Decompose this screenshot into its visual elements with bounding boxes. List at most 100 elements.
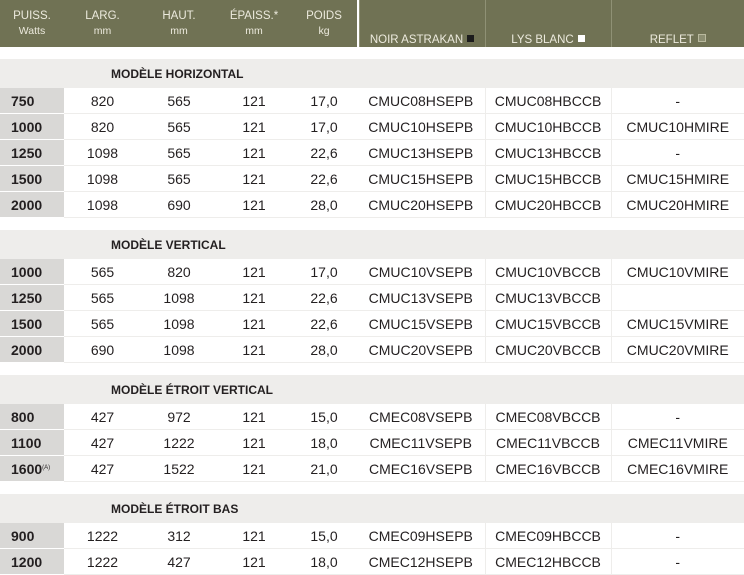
cell-lys: CMEC08VBCCB [484, 404, 611, 430]
cell-noir: CMEC08VSEPB [357, 404, 485, 430]
cell-noir: CMUC13VSEPB [357, 284, 485, 311]
table-row: 1100 427 1222 121 18,0 CMEC11VSEPB CMEC11VBCCB… [0, 429, 744, 456]
cell-lys: CMUC08HBCCB [484, 88, 611, 114]
cell-reflet: CMUC20VMIRE [610, 336, 744, 363]
cell-poids: 22,6 [291, 310, 357, 337]
table-row: 1500 1098 565 121 22,6 CMUC15HSEPB CMUC15HBCCB… [0, 165, 744, 192]
cell-puiss: 1200 [0, 548, 64, 575]
cell-poids: 21,0 [291, 455, 357, 482]
cell-poids: 22,6 [291, 284, 357, 311]
cell-haut: 1098 [141, 284, 217, 311]
cell-haut: 427 [141, 548, 217, 575]
cell-poids: 17,0 [291, 88, 357, 114]
header-puiss: PUISS. [0, 0, 64, 23]
puiss-value: 1500 [11, 170, 43, 187]
table-row: 900 1222 312 121 15,0 CMEC09HSEPB CMEC09HBCCB - [0, 523, 744, 549]
cell-puiss: 1100 [0, 429, 64, 456]
gap-cell [0, 217, 744, 230]
header-poids-unit: kg [291, 23, 357, 47]
white-square-icon [577, 35, 585, 42]
section-header: MODÈLE HORIZONTAL [0, 59, 744, 88]
cell-noir: CMUC10HSEPB [357, 113, 485, 140]
section-header: MODÈLE ÉTROIT VERTICAL [0, 375, 744, 404]
table-body: MODÈLE HORIZONTAL 750 820 565 121 17,0 CMUC08H… [0, 47, 744, 575]
puiss-value: 1000 [11, 263, 43, 280]
cell-lys: CMEC09HBCCB [484, 523, 611, 549]
cell-reflet: CMUC10VMIRE [610, 259, 744, 285]
section-header: MODÈLE VERTICAL [0, 230, 744, 259]
cell-poids: 15,0 [291, 404, 357, 430]
table-row: 2000 1098 690 121 28,0 CMUC20HSEPB CMUC20HBCCB… [0, 191, 744, 218]
table-row: 1000 565 820 121 17,0 CMUC10VSEPB CMUC10VBCCB C… [0, 259, 744, 285]
header-lys-blanc: LYS BLANC [484, 0, 611, 47]
cell-larg: 820 [64, 113, 141, 140]
cell-reflet: CMUC10HMIRE [610, 113, 744, 140]
puiss-value: 1500 [11, 315, 43, 332]
cell-puiss: 2000 [0, 191, 64, 218]
section-title: MODÈLE ÉTROIT BAS [0, 494, 744, 523]
cell-haut: 565 [141, 165, 217, 192]
cell-poids: 15,0 [291, 523, 357, 549]
cell-larg: 1098 [64, 165, 141, 192]
cell-noir: CMEC12HSEPB [357, 548, 485, 575]
puiss-value: 900 [11, 527, 35, 544]
cell-epaiss: 121 [217, 455, 291, 482]
puiss-value: 1250 [11, 289, 43, 306]
cell-poids: 17,0 [291, 259, 357, 285]
section-gap [0, 217, 744, 230]
reflet-square-icon [697, 34, 706, 42]
cell-noir: CMUC20HSEPB [357, 191, 485, 218]
section-header: MODÈLE ÉTROIT BAS [0, 494, 744, 523]
cell-lys: CMEC12HBCCB [484, 548, 611, 575]
cell-reflet [610, 284, 744, 311]
puiss-value: 1200 [11, 553, 43, 570]
cell-haut: 312 [141, 523, 217, 549]
section-gap [0, 481, 744, 494]
cell-haut: 1522 [141, 455, 217, 482]
gap-cell [0, 47, 744, 59]
header-haut-unit: mm [141, 23, 217, 47]
cell-reflet: - [610, 139, 744, 166]
cell-epaiss: 121 [217, 259, 291, 285]
cell-haut: 1098 [141, 310, 217, 337]
cell-haut: 690 [141, 191, 217, 218]
cell-poids: 28,0 [291, 336, 357, 363]
header-epaiss: ÉPAISS.* [217, 0, 291, 23]
cell-larg: 1222 [64, 548, 141, 575]
section-title: MODÈLE HORIZONTAL [0, 59, 744, 88]
table-row: 1600(A) 427 1522 121 21,0 CMEC16VSEPB CMEC16VB… [0, 455, 744, 482]
puiss-value: 1600 [11, 460, 43, 477]
table-row: 1500 565 1098 121 22,6 CMUC15VSEPB CMUC15VBCCB… [0, 310, 744, 337]
cell-reflet: CMUC15VMIRE [610, 310, 744, 337]
cell-haut: 972 [141, 404, 217, 430]
cell-larg: 820 [64, 88, 141, 114]
cell-larg: 427 [64, 429, 141, 456]
cell-noir: CMUC15HSEPB [357, 165, 485, 192]
cell-lys: CMUC15VBCCB [484, 310, 611, 337]
header-reflet: REFLET [610, 0, 744, 47]
cell-puiss: 2000 [0, 336, 64, 363]
cell-noir: CMUC13HSEPB [357, 139, 485, 166]
cell-epaiss: 121 [217, 404, 291, 430]
cell-reflet: CMUC20HMIRE [610, 191, 744, 218]
cell-puiss: 800 [0, 404, 64, 430]
header-larg: LARG. [64, 0, 141, 23]
cell-larg: 1222 [64, 523, 141, 549]
puiss-value: 1250 [11, 144, 43, 161]
cell-puiss: 1600(A) [0, 455, 64, 482]
cell-lys: CMUC20VBCCB [484, 336, 611, 363]
cell-epaiss: 121 [217, 429, 291, 456]
cell-larg: 565 [64, 310, 141, 337]
cell-reflet: CMUC15HMIRE [610, 165, 744, 192]
cell-puiss: 1250 [0, 139, 64, 166]
table-row: 1250 565 1098 121 22,6 CMUC13VSEPB CMUC13VBCCB [0, 284, 744, 311]
cell-lys: CMUC10VBCCB [484, 259, 611, 285]
cell-puiss: 750 [0, 88, 64, 114]
header-lys-label: LYS BLANC [511, 34, 574, 46]
cell-larg: 690 [64, 336, 141, 363]
cell-puiss: 1250 [0, 284, 64, 311]
cell-noir: CMEC16VSEPB [357, 455, 485, 482]
table-row: 1200 1222 427 121 18,0 CMEC12HSEPB CMEC12HBCCB… [0, 548, 744, 575]
header-epaiss-unit: mm [217, 23, 291, 47]
gap-cell [0, 481, 744, 494]
